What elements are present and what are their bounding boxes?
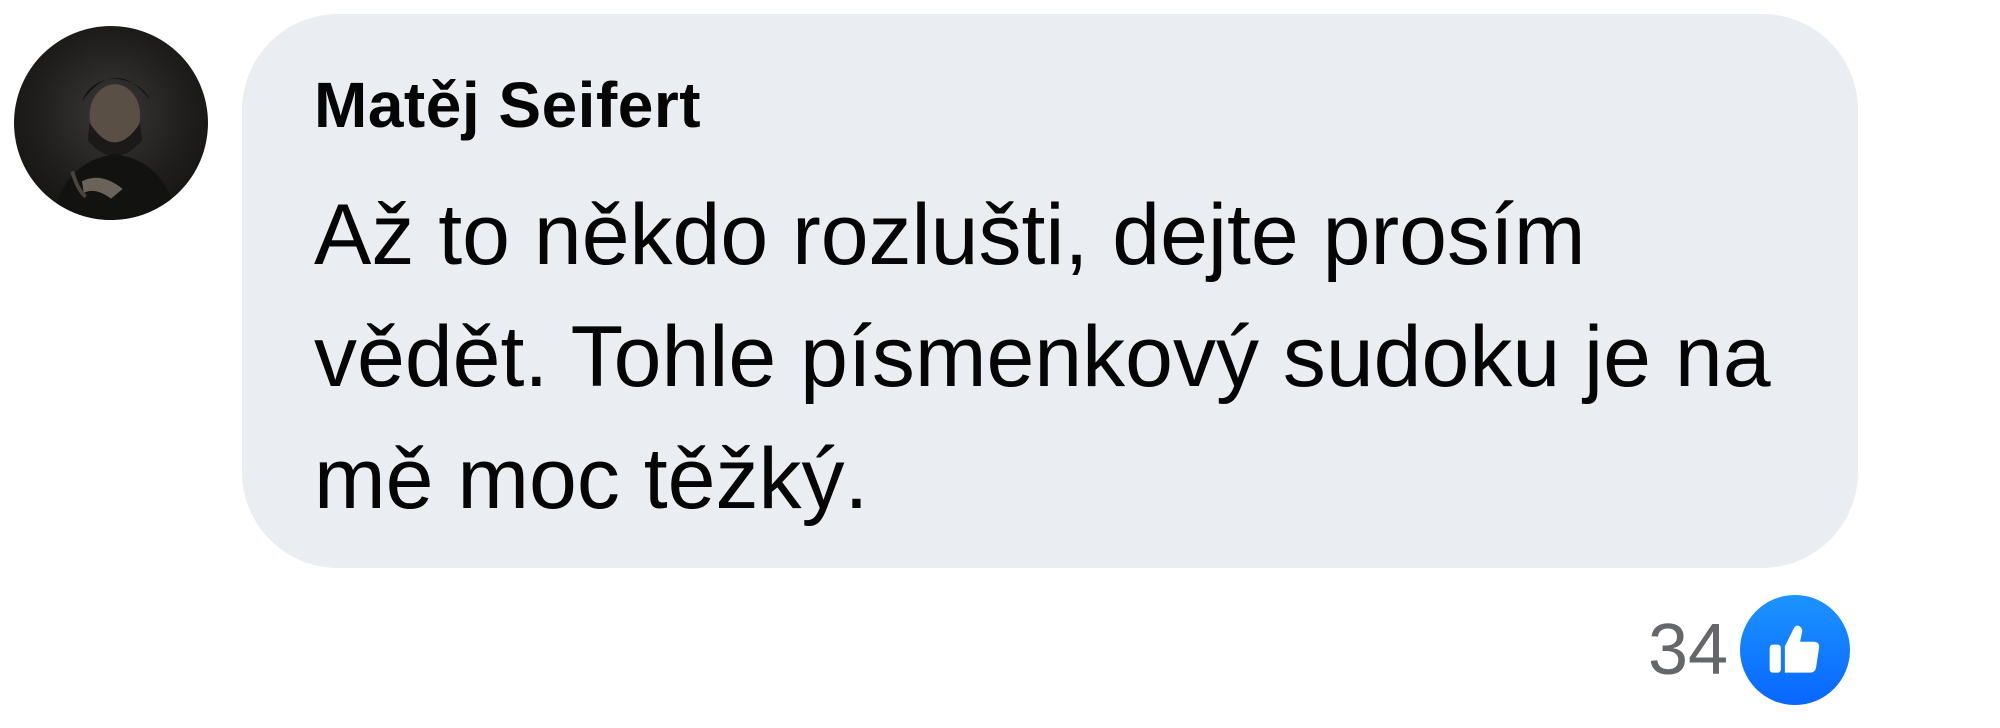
avatar[interactable]: [14, 26, 208, 220]
user-photo-icon: [52, 77, 177, 220]
reaction-summary[interactable]: 34: [1648, 594, 1851, 706]
author-name[interactable]: Matěj Seifert: [314, 68, 701, 142]
reaction-count: 34: [1648, 610, 1729, 690]
comment-container: Matěj Seifert Až to někdo rozlušti, dejt…: [0, 0, 2000, 728]
comment-text: Až to někdo rozlušti, dejte prosím vědět…: [314, 187, 1771, 527]
comment-bubble: Matěj Seifert Až to někdo rozlušti, dejt…: [242, 14, 1858, 568]
like-icon: [1740, 595, 1851, 705]
